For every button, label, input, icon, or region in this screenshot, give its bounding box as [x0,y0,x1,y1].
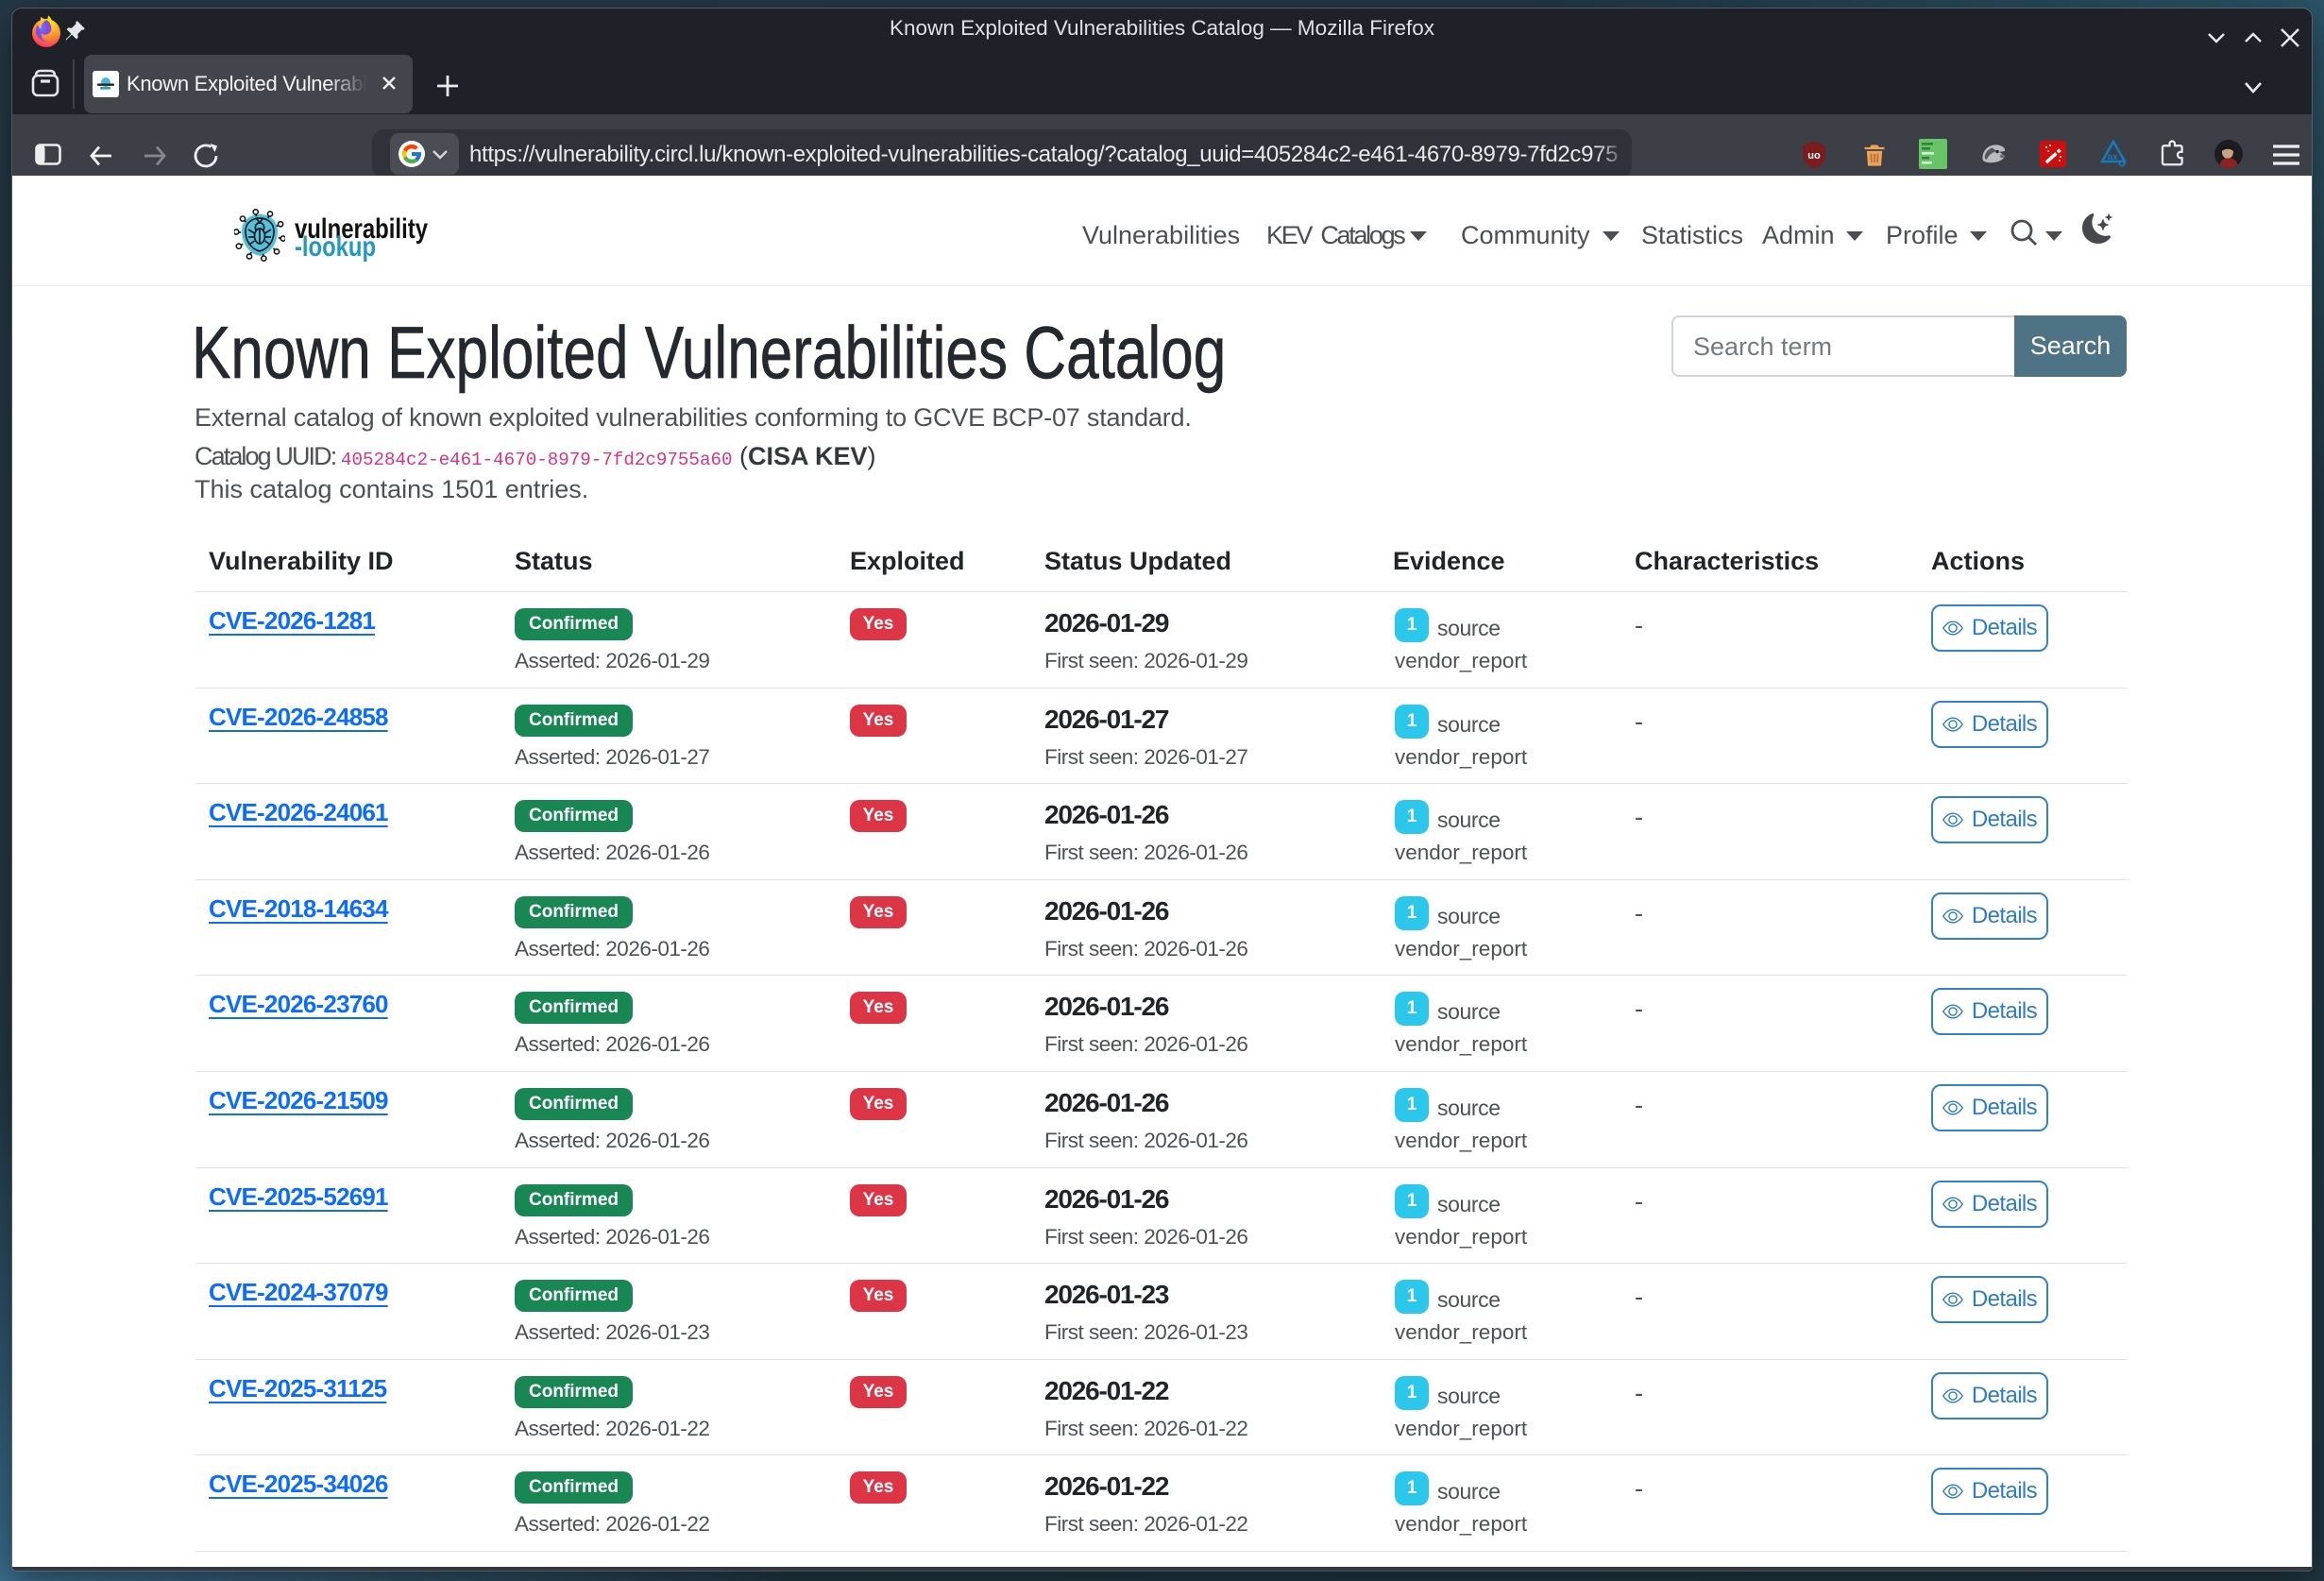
svg-text:uo: uo [1807,150,1821,162]
svg-text:-lookup: -lookup [295,231,376,263]
svg-text:ax: ax [2107,152,2118,162]
